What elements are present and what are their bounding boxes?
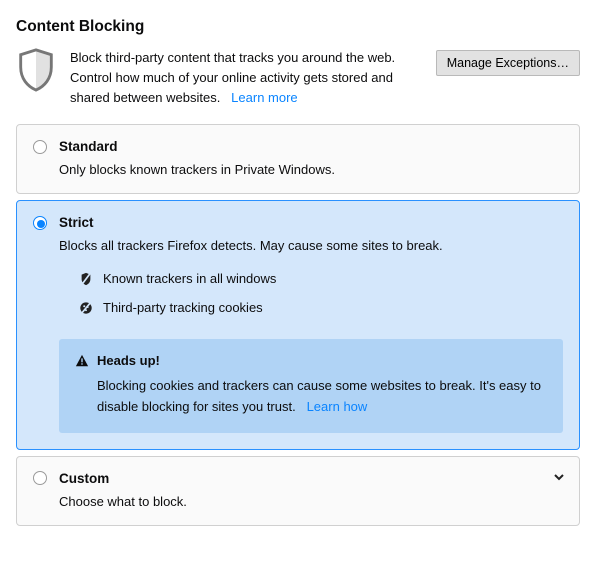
- option-standard[interactable]: Standard Only blocks known trackers in P…: [16, 124, 580, 194]
- chevron-down-icon: [553, 471, 565, 483]
- options-list: Standard Only blocks known trackers in P…: [16, 124, 580, 525]
- option-strict-desc: Blocks all trackers Firefox detects. May…: [59, 238, 563, 253]
- option-custom-desc: Choose what to block.: [59, 494, 563, 509]
- heads-up-box: Heads up! Blocking cookies and trackers …: [59, 339, 563, 432]
- option-strict[interactable]: Strict Blocks all trackers Firefox detec…: [16, 200, 580, 449]
- option-custom[interactable]: Custom Choose what to block.: [16, 456, 580, 526]
- warning-icon: [75, 354, 89, 368]
- option-custom-title: Custom: [59, 471, 109, 486]
- section-title: Content Blocking: [16, 18, 580, 36]
- heads-up-title: Heads up!: [97, 353, 160, 368]
- radio-custom[interactable]: [33, 471, 47, 485]
- option-standard-desc: Only blocks known trackers in Private Wi…: [59, 162, 563, 177]
- heads-up-body: Blocking cookies and trackers can cause …: [97, 376, 547, 416]
- option-strict-title: Strict: [59, 215, 94, 230]
- radio-standard[interactable]: [33, 140, 47, 154]
- radio-strict[interactable]: [33, 216, 47, 230]
- feature-known-trackers-label: Known trackers in all windows: [103, 271, 276, 286]
- learn-more-link[interactable]: Learn more: [231, 90, 297, 105]
- feature-tracking-cookies: Third-party tracking cookies: [79, 300, 563, 315]
- manage-exceptions-button[interactable]: Manage Exceptions…: [436, 50, 580, 76]
- strict-feature-list: Known trackers in all windows Third-part…: [79, 271, 563, 315]
- feature-tracking-cookies-label: Third-party tracking cookies: [103, 300, 263, 315]
- cookie-icon: [79, 301, 93, 315]
- tracker-icon: [79, 272, 93, 286]
- intro-text: Block third-party content that tracks yo…: [70, 48, 422, 108]
- option-standard-title: Standard: [59, 139, 118, 154]
- intro-row: Block third-party content that tracks yo…: [16, 48, 580, 108]
- feature-known-trackers: Known trackers in all windows: [79, 271, 563, 286]
- learn-how-link[interactable]: Learn how: [307, 399, 368, 414]
- shield-icon: [16, 48, 56, 92]
